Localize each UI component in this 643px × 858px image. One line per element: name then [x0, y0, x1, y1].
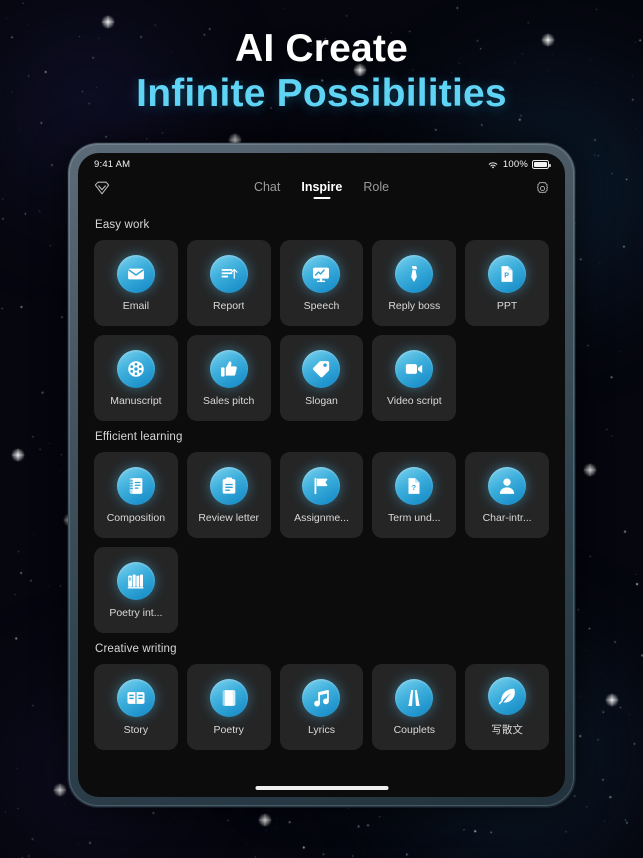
tablet-device-frame: 9:41 AM 100% Chat Inspire Role Easy work… — [68, 143, 575, 807]
card-label: Couplets — [393, 723, 436, 736]
thumbs-up-icon — [209, 349, 248, 388]
music-note-icon — [302, 678, 341, 717]
card-clipboard[interactable]: Review letter — [186, 452, 271, 538]
clipboard-icon — [209, 466, 248, 505]
card-label: Reply boss — [388, 299, 441, 312]
card-label: Email — [122, 299, 150, 312]
section-easy-work: Easy work Email Report Speech Reply boss P PPT… — [94, 219, 549, 421]
feather-quill-icon — [488, 677, 527, 715]
envelope-icon — [116, 254, 155, 293]
card-label: Story — [123, 723, 149, 736]
document-p-icon: P — [488, 254, 527, 293]
tab-role[interactable]: Role — [362, 178, 390, 199]
status-bar-time: 9:41 AM — [94, 159, 131, 170]
presentation-screen-icon — [302, 254, 341, 293]
card-grid: Email Report Speech Reply boss P PPT Manuscrip… — [94, 240, 549, 421]
card-label: Sales pitch — [203, 394, 255, 407]
card-label: Term und... — [388, 511, 441, 524]
notebook-icon — [116, 466, 155, 505]
document-question-icon: ? — [395, 466, 434, 505]
section-efficient-learning: Efficient learning Composition Review lett… — [94, 431, 549, 633]
card-document-question[interactable]: ? Term und... — [372, 452, 457, 538]
film-reel-icon — [116, 349, 155, 388]
card-necktie[interactable]: Reply boss — [372, 240, 457, 326]
card-label: PPT — [496, 299, 518, 312]
card-notebook[interactable]: Composition — [94, 452, 178, 538]
card-feather-quill[interactable]: 写散文 — [465, 664, 549, 750]
card-flag[interactable]: Assignme... — [279, 452, 364, 538]
card-thumbs-up[interactable]: Sales pitch — [186, 335, 271, 421]
card-scrolls[interactable]: Couplets — [372, 664, 457, 750]
svg-text:?: ? — [412, 483, 417, 492]
card-price-tag[interactable]: Slogan — [279, 335, 364, 421]
open-book-icon — [116, 678, 155, 717]
gear-icon[interactable] — [534, 180, 551, 197]
battery-full-icon — [532, 160, 551, 169]
card-music-note[interactable]: Lyrics — [279, 664, 364, 750]
card-video-camera[interactable]: Video script — [372, 335, 457, 421]
card-label: Char-intr... — [482, 511, 532, 524]
status-bar: 9:41 AM 100% — [78, 153, 565, 173]
svg-text:P: P — [504, 271, 509, 279]
card-label: Video script — [386, 394, 442, 407]
app-nav-bar: Chat Inspire Role — [78, 173, 565, 203]
tablet-screen: 9:41 AM 100% Chat Inspire Role Easy work… — [78, 153, 565, 797]
card-grid: Story Poetry Lyrics Couplets 写散文 — [94, 664, 549, 750]
card-report-lines[interactable]: Report — [186, 240, 271, 326]
price-tag-icon — [302, 349, 341, 388]
nav-tabs: Chat Inspire Role — [78, 178, 565, 199]
inspire-content: Easy work Email Report Speech Reply boss P PPT… — [78, 203, 565, 750]
card-label: Speech — [303, 299, 340, 312]
card-label: Slogan — [305, 394, 338, 407]
card-label: Lyrics — [307, 723, 335, 736]
diamond-logo-icon[interactable] — [92, 178, 112, 198]
card-presentation-screen[interactable]: Speech — [279, 240, 364, 326]
section-title: Easy work — [95, 219, 150, 231]
card-label: Poetry int... — [109, 606, 163, 619]
headline-line-1: AI Create — [234, 27, 409, 70]
card-document-p[interactable]: P PPT — [465, 240, 549, 326]
card-film-reel[interactable]: Manuscript — [94, 335, 178, 421]
card-closed-book[interactable]: Poetry — [186, 664, 271, 750]
card-label: Poetry — [213, 723, 244, 736]
card-label: Assignme... — [294, 511, 349, 524]
card-open-book[interactable]: Story — [94, 664, 178, 750]
card-label: 写散文 — [491, 724, 523, 736]
wifi-icon — [488, 161, 498, 168]
tab-inspire[interactable]: Inspire — [300, 178, 343, 199]
closed-book-icon — [209, 678, 248, 717]
battery-percent-label: 100% — [502, 159, 528, 170]
scrolls-icon — [395, 678, 434, 717]
flag-icon — [302, 466, 341, 505]
headline-line-2: Infinite Possibilities — [136, 72, 507, 116]
section-title: Creative writing — [95, 643, 177, 655]
person-icon — [488, 466, 527, 505]
video-camera-icon — [395, 349, 434, 388]
card-label: Composition — [106, 511, 166, 524]
home-indicator-bar[interactable] — [255, 786, 388, 790]
card-envelope[interactable]: Email — [94, 240, 178, 326]
card-person[interactable]: Char-intr... — [465, 452, 549, 538]
card-grid: Composition Review letter Assignme...? Term… — [94, 452, 549, 633]
card-label: Manuscript — [110, 394, 162, 407]
section-title: Efficient learning — [95, 431, 183, 443]
card-books[interactable]: Poetry int... — [94, 547, 178, 633]
necktie-icon — [395, 254, 434, 293]
books-icon — [116, 561, 155, 600]
page-headline: AI Create Infinite Possibilities — [0, 26, 643, 116]
card-label: Report — [212, 299, 245, 312]
section-creative-writing: Creative writing Story Poetry Lyrics Couplet… — [94, 643, 549, 750]
tab-chat[interactable]: Chat — [253, 178, 281, 199]
report-lines-icon — [209, 254, 248, 293]
card-label: Review letter — [198, 511, 260, 524]
